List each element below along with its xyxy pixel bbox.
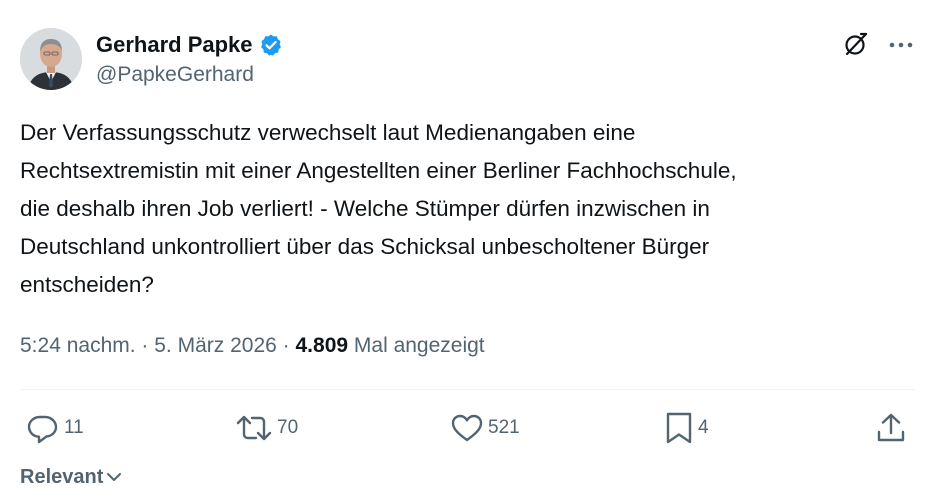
chevron-down-icon (107, 473, 122, 481)
reply-button[interactable]: 11 (26, 412, 84, 444)
like-count: 521 (488, 417, 520, 438)
reply-icon (27, 415, 58, 444)
share-button[interactable] (875, 412, 907, 444)
meta-separator: · (135, 334, 155, 357)
like-icon (451, 414, 483, 442)
retweet-count: 70 (277, 417, 299, 438)
reply-count: 11 (64, 417, 84, 438)
views-label: Mal angezeigt (348, 334, 485, 357)
author-display-name[interactable]: Gerhard Papke (96, 31, 253, 59)
tweet-meta: 5:24 nachm. · 5. März 2026 · 4.809 Mal a… (20, 331, 485, 361)
sort-label: Relevant (20, 466, 104, 488)
tweet-time[interactable]: 5:24 nachm. (20, 334, 136, 357)
meta-separator: · (276, 334, 296, 357)
like-button[interactable]: 521 (450, 412, 520, 444)
views-count: 4.809 (295, 334, 349, 357)
avatar[interactable] (20, 28, 82, 90)
share-icon (877, 413, 905, 442)
author-name-row[interactable]: Gerhard Papke (96, 31, 283, 59)
sort-dropdown[interactable]: Relevant (20, 464, 123, 490)
bookmark-count: 4 (698, 417, 709, 438)
verified-badge-icon[interactable] (259, 33, 283, 57)
grok-icon[interactable] (842, 30, 870, 58)
tweet-card: Gerhard Papke @PapkeGerhard Der Verfassu… (0, 0, 939, 503)
retweet-button[interactable]: 70 (235, 412, 298, 444)
tweet-date[interactable]: 5. März 2026 (154, 334, 277, 357)
author-handle[interactable]: @PapkeGerhard (96, 62, 254, 88)
retweet-icon (236, 415, 272, 441)
divider (20, 389, 915, 390)
tweet-text: Der Verfassungsschutz verwechselt laut M… (20, 120, 737, 297)
bookmark-icon (666, 412, 692, 444)
bookmark-button[interactable]: 4 (664, 412, 709, 444)
more-icon[interactable] (887, 31, 915, 59)
